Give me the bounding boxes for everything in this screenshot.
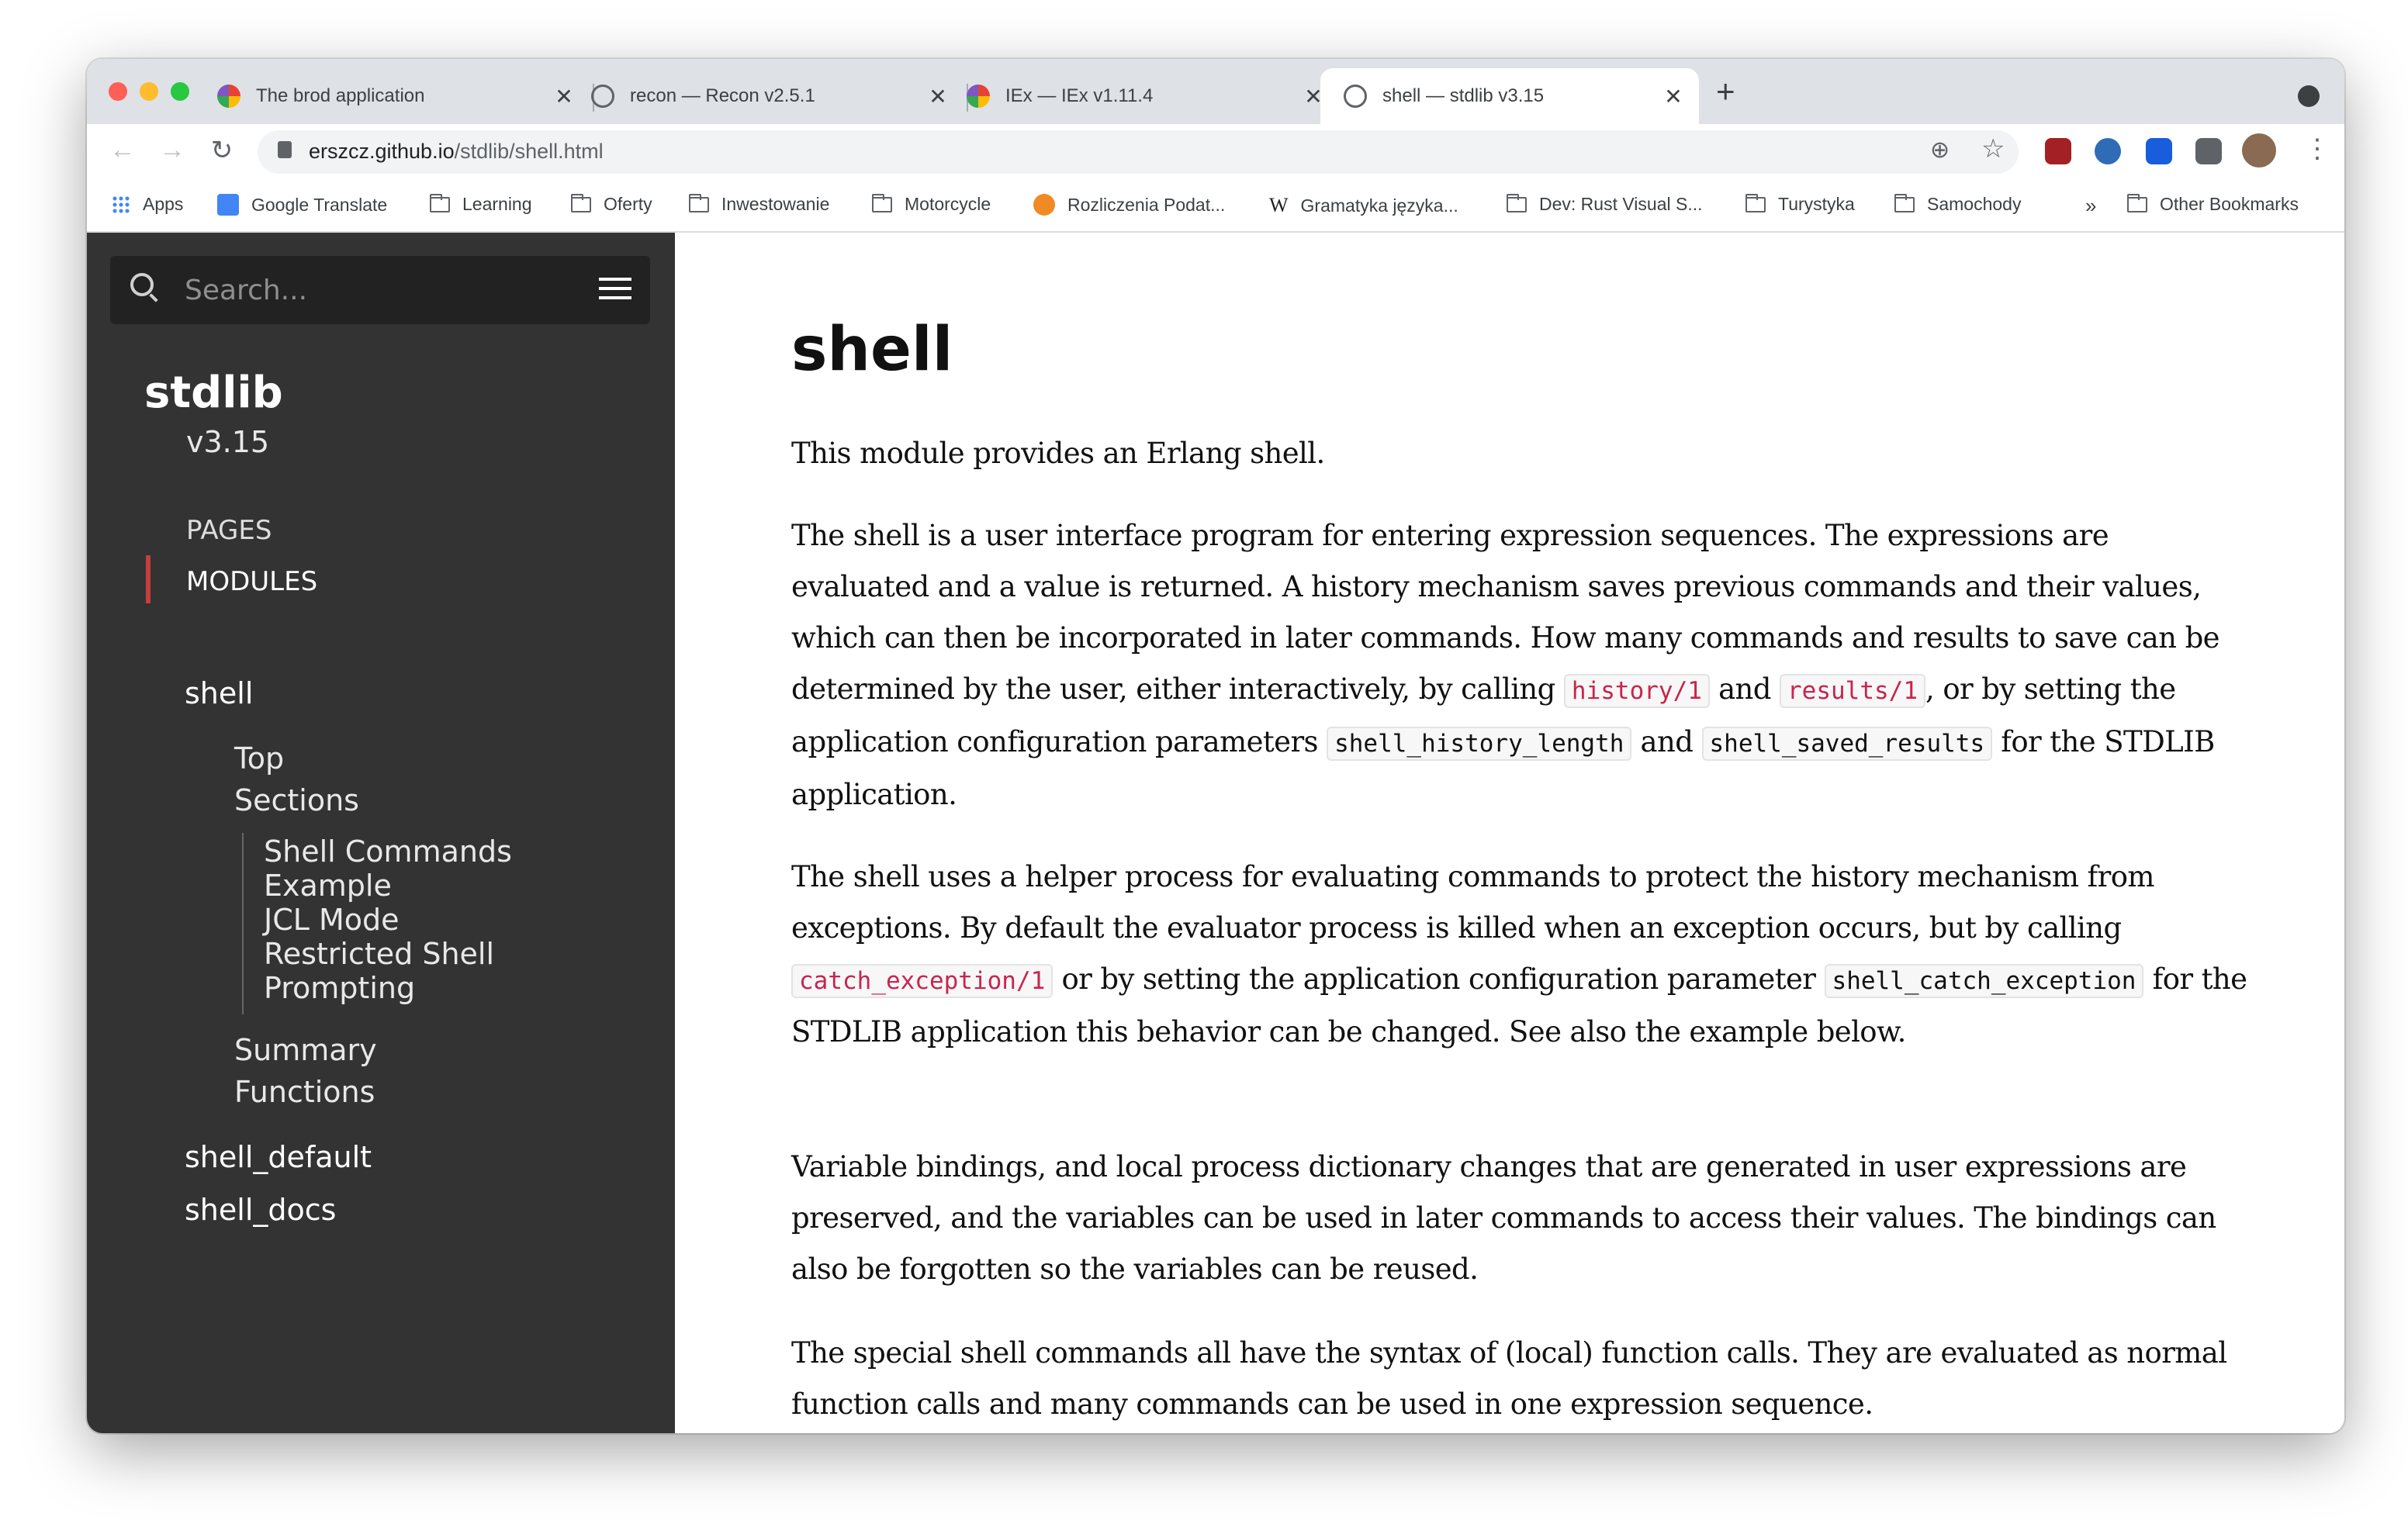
more-bookmarks-chevron[interactable]: » — [2085, 194, 2096, 218]
paragraph-bindings: Variable bindings, and local process dic… — [791, 1150, 2216, 1286]
paragraph-intro: This module provides an Erlang shell. — [791, 437, 1325, 470]
bookmark-samochody[interactable]: Samochody — [1894, 193, 2021, 215]
code-link-catch-exception[interactable]: catch_exception/1 — [791, 964, 1054, 998]
globe-icon — [1344, 85, 1367, 108]
minimize-window-button[interactable] — [140, 82, 158, 101]
folder-icon — [872, 193, 892, 212]
module-link-shell[interactable]: shell — [185, 676, 253, 710]
active-nav-indicator — [146, 555, 150, 603]
bookmark-gramatyka[interactable]: W Gramatyka języka... — [1269, 194, 1458, 217]
main-content: shell This module provides an Erlang she… — [675, 233, 2344, 1433]
bitwarden-icon[interactable] — [2146, 138, 2172, 164]
check-logo-icon — [1033, 194, 1055, 216]
code-shell-history-length: shell_history_length — [1327, 727, 1632, 761]
tab-shell-active[interactable]: shell — stdlib v3.15 ✕ — [1320, 68, 1699, 124]
apps-grid-icon — [112, 195, 130, 214]
folder-icon — [1745, 193, 1766, 212]
folder-icon — [1507, 193, 1527, 212]
zoom-icon[interactable]: ⊕ — [1930, 136, 1950, 164]
bookmarks-bar: Apps Google Translate Learning Oferty In… — [87, 180, 2344, 233]
close-icon[interactable]: ✕ — [1662, 84, 1685, 109]
toc-section-item[interactable]: Prompting — [264, 971, 415, 1005]
new-tab-button[interactable]: + — [1716, 73, 1735, 110]
toolbar: ← → ↻ erszcz.github.io/stdlib/shell.html… — [87, 124, 2344, 180]
address-bar[interactable]: erszcz.github.io/stdlib/shell.html ⊕ ☆ — [258, 130, 2019, 174]
tab-iex[interactable]: IEx — IEx v1.11.4 ✕ — [943, 68, 1339, 124]
tab-title: The brod application — [256, 85, 425, 106]
tab-strip: The brod application ✕ recon — Recon v2.… — [87, 59, 2344, 124]
sidebar: Search... stdlib v3.15 PAGES MODULES she… — [87, 233, 675, 1433]
close-window-button[interactable] — [109, 82, 127, 101]
bookmark-turystyka[interactable]: Turystyka — [1745, 193, 1855, 215]
reload-icon[interactable]: ↻ — [205, 135, 239, 166]
tab-title: shell — stdlib v3.15 — [1382, 85, 1545, 106]
page-title: shell — [791, 315, 953, 385]
toc-functions[interactable]: Functions — [234, 1075, 375, 1109]
url-text: erszcz.github.io/stdlib/shell.html — [309, 140, 604, 163]
code-link-results[interactable]: results/1 — [1780, 674, 1925, 708]
paragraph-special-commands: The special shell commands all have the … — [791, 1336, 2227, 1421]
tab-brod[interactable]: The brod application ✕ — [194, 68, 590, 124]
tab-title: IEx — IEx v1.11.4 — [1005, 85, 1154, 106]
module-link-shell-docs[interactable]: shell_docs — [185, 1193, 336, 1227]
project-version: v3.15 — [186, 425, 270, 459]
toc-section-item[interactable]: Restricted Shell — [264, 937, 494, 971]
module-link-shell-default[interactable]: shell_default — [185, 1140, 372, 1174]
tab-title: recon — Recon v2.5.1 — [630, 85, 815, 106]
forward-arrow-icon[interactable]: → — [155, 135, 189, 165]
toc-summary[interactable]: Summary — [234, 1033, 377, 1067]
nav-pages[interactable]: PAGES — [186, 515, 272, 546]
toc-section-item[interactable]: JCL Mode — [264, 903, 400, 937]
folder-icon — [2127, 193, 2147, 212]
puzzle-extensions-icon[interactable] — [2195, 138, 2222, 164]
folder-icon — [430, 193, 450, 212]
bookmark-dev-rust[interactable]: Dev: Rust Visual S... — [1507, 193, 1703, 215]
code-shell-catch-exception: shell_catch_exception — [1824, 964, 2144, 998]
toc-section-item[interactable]: Example — [264, 869, 392, 903]
globe-icon — [591, 85, 614, 108]
bookmark-motorcycle[interactable]: Motorcycle — [872, 193, 991, 215]
bookmark-learning[interactable]: Learning — [430, 193, 532, 215]
ublock-icon[interactable] — [2045, 138, 2071, 164]
paragraph-history: The shell is a user interface program fo… — [791, 519, 2220, 811]
translate-icon — [217, 194, 239, 216]
paragraph-helper-process: The shell uses a helper process for eval… — [791, 860, 2247, 1049]
zoom-window-button[interactable] — [171, 82, 189, 101]
toc-sections[interactable]: Sections — [234, 783, 359, 817]
bookmark-inwestowanie[interactable]: Inwestowanie — [689, 193, 829, 215]
folder-icon — [689, 193, 709, 212]
back-arrow-icon[interactable]: ← — [106, 135, 140, 165]
search-icon — [130, 273, 154, 296]
bookmark-star-icon[interactable]: ☆ — [1981, 133, 2005, 164]
search-input[interactable]: Search... — [185, 275, 307, 306]
code-link-history[interactable]: history/1 — [1563, 674, 1710, 708]
browser-window: The brod application ✕ recon — Recon v2.… — [87, 59, 2344, 1433]
lock-icon — [278, 141, 292, 158]
hex-logo-icon — [217, 85, 240, 108]
code-shell-saved-results: shell_saved_results — [1701, 727, 1993, 761]
nav-modules[interactable]: MODULES — [186, 566, 317, 597]
tab-recon[interactable]: recon — Recon v2.5.1 ✕ — [568, 68, 964, 124]
avatar[interactable] — [2242, 133, 2276, 168]
bookmark-apps[interactable]: Apps — [112, 194, 183, 215]
bookmark-other[interactable]: Other Bookmarks — [2127, 193, 2299, 215]
bookmark-oferty[interactable]: Oferty — [571, 193, 652, 215]
toc-section-rule — [242, 833, 244, 1014]
hamburger-menu-icon[interactable] — [599, 278, 631, 281]
folder-icon — [1894, 193, 1915, 212]
toc-section-item[interactable]: Shell Commands — [264, 834, 512, 869]
bookmark-rozliczenia[interactable]: Rozliczenia Podat... — [1033, 194, 1225, 216]
folder-icon — [571, 193, 591, 212]
menu-kebab-icon[interactable]: ⋮ — [2304, 133, 2330, 164]
wikipedia-icon: W — [1269, 194, 1289, 216]
tab-search-icon[interactable] — [2298, 85, 2320, 107]
extension-icon[interactable] — [2095, 138, 2121, 164]
bookmark-google-translate[interactable]: Google Translate — [217, 194, 387, 216]
project-title[interactable]: stdlib — [144, 368, 283, 418]
search-box[interactable]: Search... — [110, 256, 650, 324]
toc-top[interactable]: Top — [234, 741, 284, 776]
hex-logo-icon — [967, 85, 990, 108]
